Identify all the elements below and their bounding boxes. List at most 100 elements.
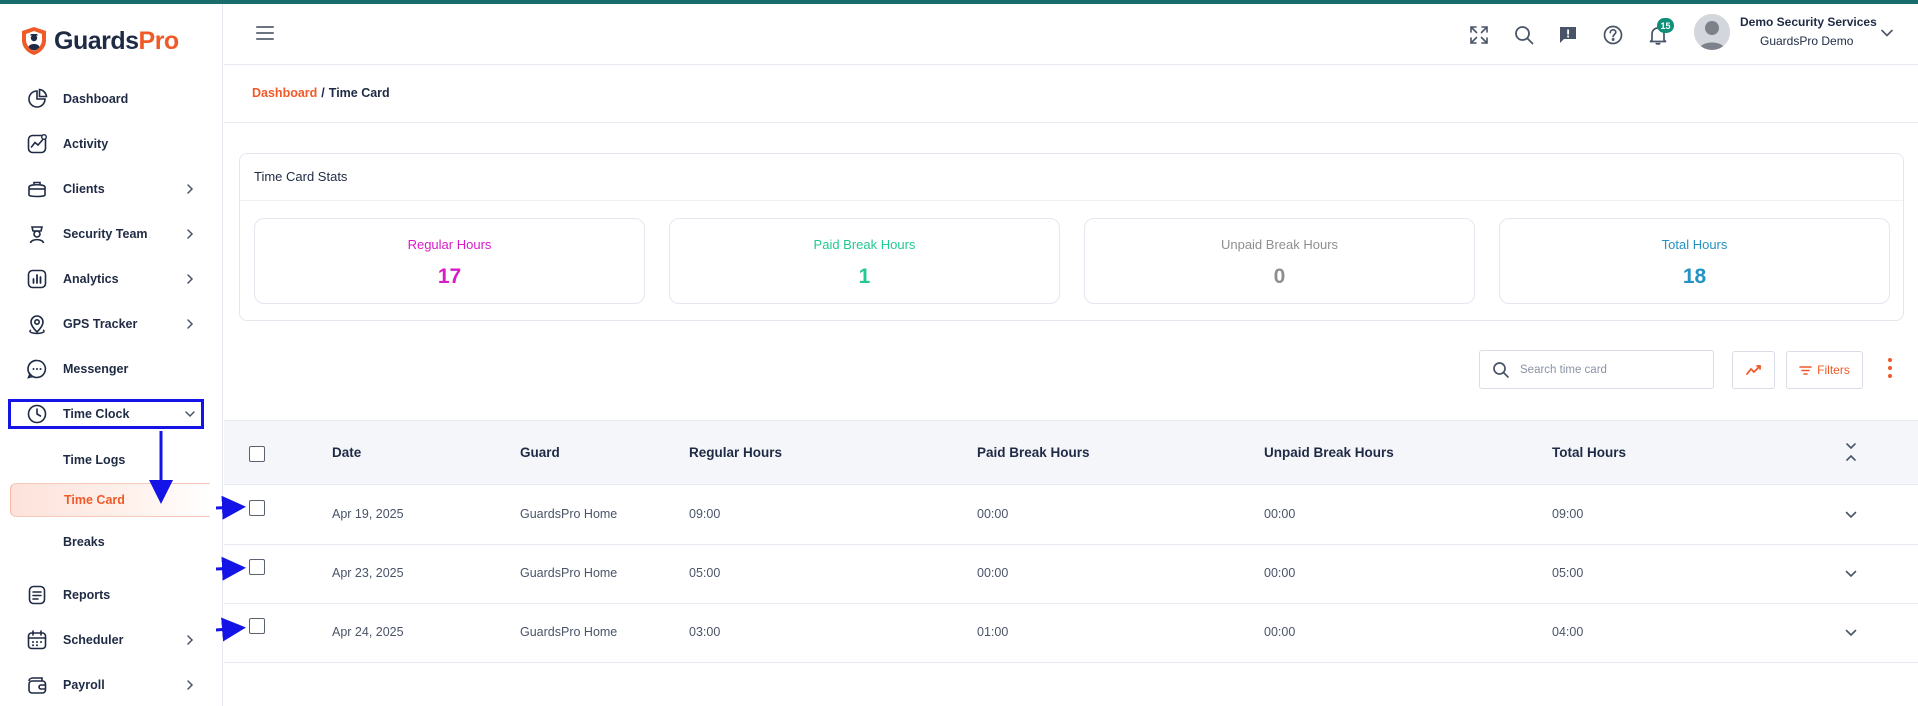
column-header-paid-break-hours[interactable]: Paid Break Hours: [977, 445, 1090, 460]
feedback-icon[interactable]: [1557, 24, 1579, 46]
row-checkbox[interactable]: [249, 618, 265, 634]
brand-name-part2: Pro: [138, 26, 180, 55]
search-input[interactable]: [1520, 360, 1705, 380]
breadcrumb-current: Time Card: [328, 86, 390, 100]
chart-toggle-button[interactable]: [1732, 351, 1775, 389]
stat-value: 18: [1682, 265, 1707, 288]
breadcrumb: Dashboard / Time Card: [252, 86, 390, 100]
chat-icon: [27, 359, 47, 379]
cell-paid-break-hours: 01:00: [977, 625, 1009, 639]
sidebar-item-label: Reports: [63, 588, 111, 602]
search-icon[interactable]: [1513, 24, 1535, 46]
stat-regular-hours: Regular Hours 17: [254, 218, 645, 304]
notification-count-badge: 15: [1657, 18, 1674, 33]
stat-label: Regular Hours: [407, 237, 492, 252]
column-header-guard[interactable]: Guard: [520, 445, 560, 460]
expand-row-chevron-icon[interactable]: [1844, 567, 1858, 581]
briefcase-icon: [28, 181, 46, 198]
stat-label: Total Hours: [1661, 237, 1728, 252]
row-checkbox[interactable]: [249, 559, 265, 575]
sidebar-subitem-time-logs[interactable]: Time Logs: [10, 443, 210, 477]
clock-icon: [27, 404, 47, 424]
fullscreen-icon[interactable]: [1468, 24, 1490, 46]
sidebar-item-label: Messenger: [63, 362, 129, 376]
sidebar: GuardsPro Dashboard Activity Clients Securi…: [0, 4, 223, 706]
sidebar-item-label: GPS Tracker: [63, 317, 138, 331]
chevron-right-icon: [187, 229, 194, 239]
cell-total-hours: 05:00: [1552, 566, 1584, 580]
cell-unpaid-break-hours: 00:00: [1264, 625, 1296, 639]
help-icon[interactable]: [1602, 24, 1624, 46]
stat-value: 0: [1273, 265, 1286, 288]
column-header-unpaid-break-hours[interactable]: Unpaid Break Hours: [1264, 445, 1394, 460]
sidebar-item-activity[interactable]: Activity: [8, 129, 204, 159]
column-header-date[interactable]: Date: [332, 445, 361, 460]
sidebar-item-scheduler[interactable]: Scheduler: [8, 625, 204, 655]
table-header: Date Guard Regular Hours Paid Break Hour…: [224, 420, 1918, 485]
breadcrumb-separator: /: [321, 86, 325, 100]
top-header: 15 Demo Security Services GuardsPro Demo: [224, 4, 1918, 65]
table-row[interactable]: Apr 24, 2025 GuardsPro Home 03:00 01:00 00:0…: [224, 604, 1918, 663]
chevron-right-icon: [187, 274, 194, 284]
cell-date: Apr 24, 2025: [332, 625, 404, 639]
time-card-stats: Time Card Stats Regular Hours 17 Paid Br…: [239, 153, 1904, 321]
table-row[interactable]: Apr 23, 2025 GuardsPro Home 05:00 00:00 00:0…: [224, 545, 1918, 604]
brand-name-part1: Guards: [54, 26, 139, 55]
sidebar-item-label: Scheduler: [63, 633, 124, 647]
stat-value: 1: [858, 265, 871, 288]
sidebar-item-label: Payroll: [63, 678, 105, 692]
expand-row-chevron-icon[interactable]: [1844, 508, 1858, 522]
cell-guard: GuardsPro Home: [520, 507, 618, 521]
avatar[interactable]: [1694, 14, 1730, 50]
cell-date: Apr 23, 2025: [332, 566, 404, 580]
stat-label: Paid Break Hours: [813, 237, 916, 252]
brand-logo[interactable]: GuardsPro: [20, 26, 179, 56]
breadcrumb-dashboard-link[interactable]: Dashboard: [252, 86, 317, 100]
sidebar-item-dashboard[interactable]: Dashboard: [8, 84, 204, 114]
chevron-right-icon: [187, 319, 194, 329]
sidebar-item-time-clock[interactable]: Time Clock: [8, 399, 204, 429]
sidebar-subitem-breaks[interactable]: Breaks: [10, 525, 210, 559]
location-pin-icon: [29, 315, 45, 335]
expand-row-chevron-icon[interactable]: [1844, 626, 1858, 640]
report-icon: [28, 585, 46, 605]
table-row[interactable]: Apr 19, 2025 GuardsPro Home 09:00 00:00 00:0…: [224, 486, 1918, 545]
cell-date: Apr 19, 2025: [332, 507, 404, 521]
column-header-total-hours[interactable]: Total Hours: [1552, 445, 1626, 460]
sidebar-item-analytics[interactable]: Analytics: [8, 264, 204, 294]
sidebar-item-security-team[interactable]: Security Team: [8, 219, 204, 249]
wallet-icon: [28, 677, 47, 694]
stat-label: Unpaid Break Hours: [1220, 237, 1339, 252]
sidebar-item-label: Clients: [63, 182, 105, 196]
cell-paid-break-hours: 00:00: [977, 566, 1009, 580]
sidebar-item-payroll[interactable]: Payroll: [8, 670, 204, 700]
menu-toggle-icon[interactable]: [256, 26, 274, 40]
chevron-right-icon: [187, 184, 194, 194]
chevron-down-icon[interactable]: [1880, 26, 1894, 40]
cell-guard: GuardsPro Home: [520, 625, 618, 639]
cell-paid-break-hours: 00:00: [977, 507, 1009, 521]
user-name: Demo Security Services: [1740, 15, 1877, 29]
sidebar-item-messenger[interactable]: Messenger: [8, 354, 204, 384]
select-all-checkbox[interactable]: [249, 446, 265, 462]
cell-total-hours: 04:00: [1552, 625, 1584, 639]
sidebar-item-reports[interactable]: Reports: [8, 580, 204, 610]
sidebar-subitem-time-card[interactable]: Time Card: [10, 483, 210, 517]
sidebar-subitem-label: Time Logs: [63, 453, 126, 467]
sidebar-item-label: Security Team: [63, 227, 148, 241]
analytics-icon: [27, 269, 47, 289]
row-checkbox[interactable]: [249, 500, 265, 516]
sidebar-item-label: Time Clock: [63, 407, 130, 421]
filters-button[interactable]: Filters: [1786, 351, 1863, 389]
column-header-regular-hours[interactable]: Regular Hours: [689, 445, 782, 460]
notifications-button[interactable]: 15: [1647, 18, 1674, 46]
shield-logo-icon: [22, 27, 46, 55]
stat-unpaid-break-hours: Unpaid Break Hours 0: [1084, 218, 1475, 304]
sidebar-item-clients[interactable]: Clients: [8, 174, 204, 204]
more-options-icon[interactable]: [1886, 358, 1894, 382]
collapse-all-icon[interactable]: [1844, 441, 1858, 463]
chevron-right-icon: [187, 680, 194, 690]
sidebar-item-label: Dashboard: [63, 92, 129, 106]
chevron-right-icon: [187, 635, 194, 645]
sidebar-item-gps-tracker[interactable]: GPS Tracker: [8, 309, 204, 339]
